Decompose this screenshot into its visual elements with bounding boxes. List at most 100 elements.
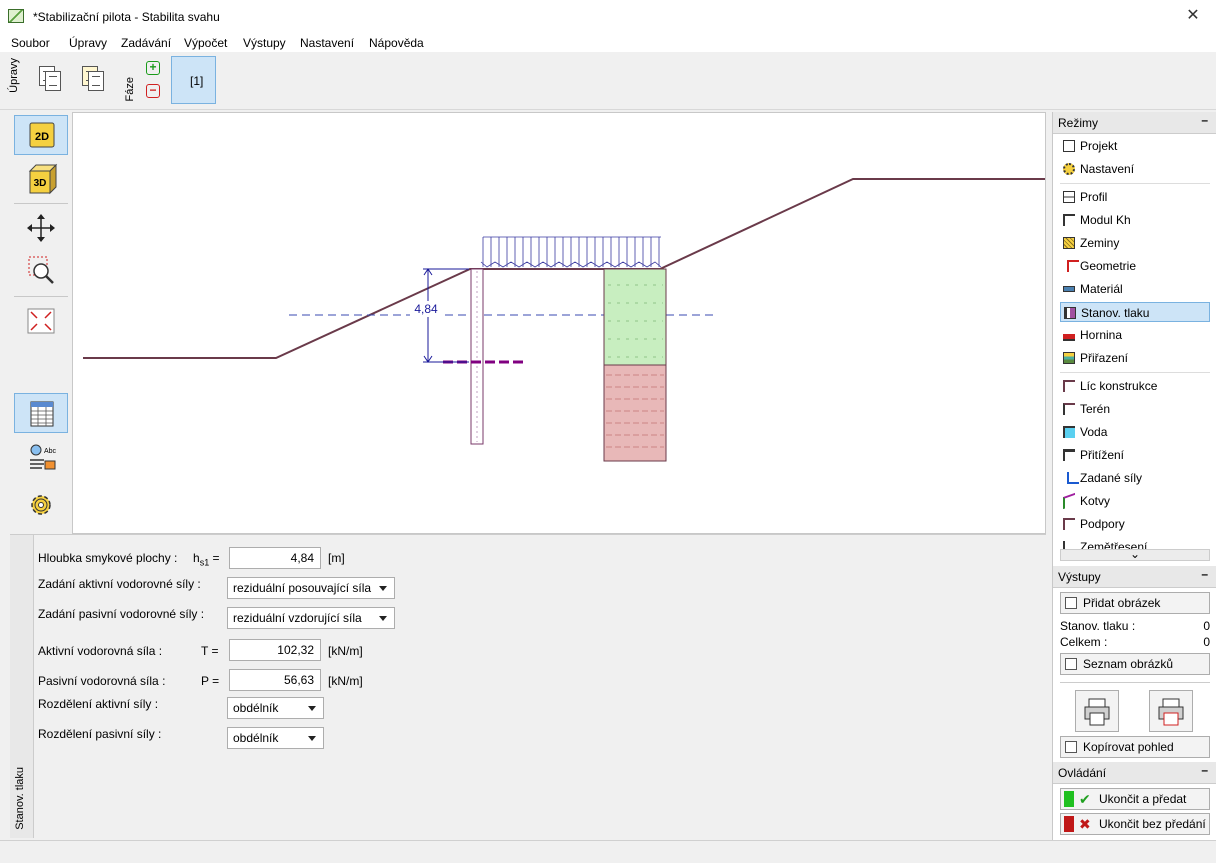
- fit-view-button[interactable]: [14, 301, 68, 341]
- print-button[interactable]: [1075, 690, 1119, 732]
- passive-force-unit: [kN/m]: [328, 674, 363, 688]
- panel-vertical-tab[interactable]: Stanov. tlaku: [10, 535, 34, 838]
- add-phase-button[interactable]: +: [146, 61, 160, 75]
- outputs-minimize-button[interactable]: –: [1201, 567, 1208, 581]
- menu-upravy[interactable]: Úpravy: [69, 36, 107, 50]
- depth-unit: [m]: [328, 551, 345, 565]
- menu-zadavani[interactable]: Zadávání: [121, 36, 171, 50]
- menu-soubor[interactable]: Soubor: [11, 36, 50, 50]
- add-picture-button[interactable]: Přidat obrázek: [1060, 592, 1210, 614]
- passive-force-value[interactable]: 56,63: [229, 669, 321, 691]
- passive-input-label: Zadání pasivní vodorovné síly :: [38, 607, 205, 621]
- mode-geometrie[interactable]: Geometrie: [1060, 256, 1210, 276]
- mode-prirazeni[interactable]: Přiřazení: [1060, 348, 1210, 368]
- move-view-button[interactable]: [14, 208, 68, 248]
- modes-scroll-down-button[interactable]: ⌄: [1060, 548, 1210, 561]
- geometry-icon: [1067, 260, 1079, 272]
- app-icon: [8, 9, 24, 23]
- active-force-value[interactable]: 102,32: [229, 639, 321, 661]
- menu-vystupy[interactable]: Výstupy: [243, 36, 286, 50]
- copy-view-button[interactable]: Kopírovat pohled: [1060, 736, 1210, 758]
- fit-view-icon: [27, 308, 55, 334]
- passive-distribution-select[interactable]: obdélník: [227, 727, 324, 749]
- mode-zadane-sily[interactable]: Zadané síly: [1060, 468, 1210, 488]
- table-view-button[interactable]: [14, 393, 68, 433]
- labels-icon: Abc: [30, 444, 57, 470]
- passive-distribution-label: Rozdělení pasivní síly :: [38, 727, 162, 741]
- mode-stanov-tlaku[interactable]: Stanov. tlaku: [1060, 302, 1210, 322]
- remove-phase-button[interactable]: −: [146, 84, 160, 98]
- print-preview-icon: [1158, 698, 1184, 726]
- svg-text:Abc: Abc: [44, 448, 57, 455]
- chevron-down-icon: [308, 736, 316, 741]
- active-distribution-select[interactable]: obdélník: [227, 697, 324, 719]
- settings-button[interactable]: [14, 485, 68, 525]
- edit-group-label: Úpravy: [8, 58, 20, 93]
- chevron-down-icon: [379, 586, 387, 591]
- menu-napoveda[interactable]: Nápověda: [369, 36, 424, 50]
- phase-tab-label: [1]: [190, 74, 204, 88]
- right-panel: Režimy – Projekt Nastavení Profil Modul …: [1052, 112, 1216, 840]
- mode-podpory[interactable]: Podpory: [1060, 514, 1210, 534]
- table-icon: [30, 401, 54, 427]
- mode-kotvy[interactable]: Kotvy: [1060, 491, 1210, 511]
- passive-input-select[interactable]: reziduální vzdorující síla: [227, 607, 395, 629]
- mode-material[interactable]: Materiál: [1060, 279, 1210, 299]
- svg-text:2D: 2D: [35, 131, 49, 143]
- active-distribution-label: Rozdělení aktivní síly :: [38, 697, 159, 711]
- view-3d-button[interactable]: 3D: [14, 159, 68, 199]
- profile-icon: [1063, 191, 1075, 203]
- zoom-window-button[interactable]: [14, 251, 68, 291]
- active-force-label: Aktivní vodorovná síla :: [38, 644, 163, 658]
- paste-button[interactable]: [80, 64, 106, 94]
- drawing-canvas[interactable]: 4,84: [72, 112, 1046, 534]
- add-picture-icon: [1065, 597, 1077, 609]
- chevron-down-icon: [379, 616, 387, 621]
- mode-zeminy[interactable]: Zeminy: [1060, 233, 1210, 253]
- picture-list-button[interactable]: Seznam obrázků: [1060, 653, 1210, 675]
- labels-button[interactable]: Abc: [14, 438, 68, 478]
- view-3d-icon: 3D: [28, 163, 58, 195]
- copy-button[interactable]: [37, 64, 63, 94]
- modulus-icon: [1063, 214, 1075, 226]
- window-title: *Stabilizační pilota - Stabilita svahu: [33, 10, 220, 24]
- mode-projekt[interactable]: Projekt: [1060, 136, 1210, 156]
- menu-vypocet[interactable]: Výpočet: [184, 36, 227, 50]
- geometry-drawing: 4,84: [83, 178, 1045, 462]
- pressure-icon: [1064, 307, 1076, 319]
- active-force-symbol: T =: [201, 644, 219, 658]
- rock-icon: [1063, 329, 1075, 341]
- active-input-select[interactable]: reziduální posouvající síla: [227, 577, 395, 599]
- close-button[interactable]: ✕: [1170, 0, 1216, 32]
- mode-voda[interactable]: Voda: [1060, 422, 1210, 442]
- copy-view-icon: [1065, 741, 1077, 753]
- mode-nastaveni[interactable]: Nastavení: [1060, 159, 1210, 179]
- modes-minimize-button[interactable]: –: [1201, 113, 1208, 127]
- mode-teren[interactable]: Terén: [1060, 399, 1210, 419]
- finish-submit-button[interactable]: ✔ Ukončit a předat: [1060, 788, 1210, 810]
- outputs-total-row: Celkem :0: [1060, 635, 1210, 649]
- phase-tab-1[interactable]: [1]: [171, 56, 216, 104]
- zoom-icon: [28, 256, 54, 284]
- soil-layer-2: [603, 364, 667, 462]
- mode-pritizeni[interactable]: Přitížení: [1060, 445, 1210, 465]
- title-bar: *Stabilizační pilota - Stabilita svahu ✕: [0, 0, 1216, 32]
- depth-input[interactable]: 4,84: [229, 547, 321, 569]
- controls-header: Ovládání –: [1053, 762, 1216, 784]
- controls-minimize-button[interactable]: –: [1201, 763, 1208, 777]
- active-force-unit: [kN/m]: [328, 644, 363, 658]
- water-icon: [1063, 426, 1075, 438]
- surcharge-icon: [1063, 449, 1075, 461]
- cross-icon: ✖: [1079, 816, 1091, 832]
- mode-profil[interactable]: Profil: [1060, 187, 1210, 207]
- mode-lic-konstrukce[interactable]: Líc konstrukce: [1060, 376, 1210, 396]
- view-2d-button[interactable]: 2D: [14, 115, 68, 155]
- status-bar: [0, 840, 1216, 863]
- check-icon: ✔: [1079, 791, 1091, 807]
- finish-no-submit-button[interactable]: ✖ Ukončit bez předání: [1060, 813, 1210, 835]
- mode-modul-kh[interactable]: Modul Kh: [1060, 210, 1210, 230]
- mode-hornina[interactable]: Hornina: [1060, 325, 1210, 345]
- material-icon: [1063, 286, 1075, 292]
- menu-nastaveni[interactable]: Nastavení: [300, 36, 354, 50]
- print-preview-button[interactable]: [1149, 690, 1193, 732]
